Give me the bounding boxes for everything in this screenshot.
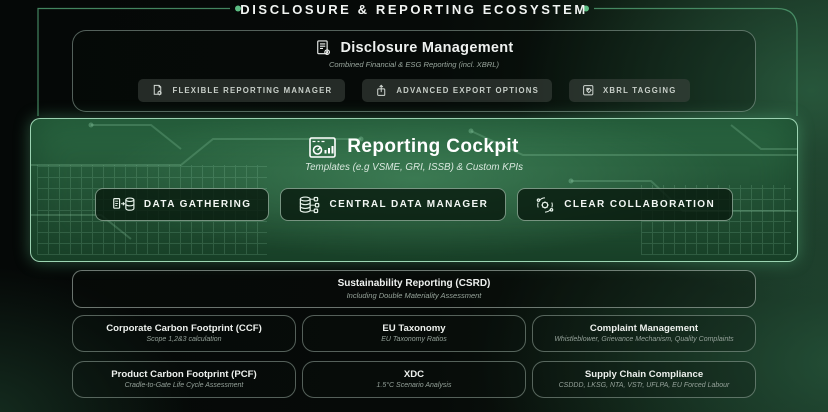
module-subtitle: EU Taxonomy Ratios: [381, 336, 447, 343]
module-title: XDC: [403, 369, 425, 380]
disclosure-management-subtitle: Combined Financial & ESG Reporting (incl…: [328, 60, 500, 69]
flexible-reporting-manager-label: FLEXIBLE REPORTING MANAGER: [172, 86, 333, 95]
module-subtitle: Whistleblower, Grievance Mechanism, Qual…: [554, 336, 734, 343]
module-card-ccf: Corporate Carbon Footprint (CCF) Scope 1…: [72, 315, 296, 352]
reporting-cockpit-section: Reporting Cockpit Templates (e.g VSME, G…: [30, 118, 798, 262]
module-card-xdc: XDC 1.5°C Scenario Analysis: [302, 361, 526, 398]
advanced-export-options-label: ADVANCED EXPORT OPTIONS: [396, 86, 540, 95]
reporting-cockpit-subtitle: Templates (e.g VSME, GRI, ISSB) & Custom…: [305, 162, 523, 173]
module-card-eu-taxonomy: EU Taxonomy EU Taxonomy Ratios: [302, 315, 526, 352]
module-title: EU Taxonomy: [382, 323, 446, 334]
flexible-reporting-manager-button[interactable]: FLEXIBLE REPORTING MANAGER: [138, 79, 346, 102]
module-subtitle: Scope 1,2&3 calculation: [146, 336, 222, 343]
module-grid: Corporate Carbon Footprint (CCF) Scope 1…: [72, 315, 756, 398]
collaboration-icon: [535, 195, 555, 215]
report-settings-icon: [151, 84, 164, 97]
central-data-manager-label: CENTRAL DATA MANAGER: [329, 199, 489, 210]
module-subtitle: 1.5°C Scenario Analysis: [376, 382, 452, 389]
central-data-manager-button[interactable]: CENTRAL DATA MANAGER: [280, 188, 507, 221]
central-database-icon: [298, 195, 320, 214]
module-card-pcf: Product Carbon Footprint (PCF) Cradle-to…: [72, 361, 296, 398]
reporting-cockpit-title: Reporting Cockpit: [347, 136, 519, 157]
module-title: Product Carbon Footprint (PCF): [111, 369, 257, 380]
disclosure-management-icon: [314, 39, 332, 57]
module-title: Supply Chain Compliance: [584, 369, 704, 380]
csrd-title: Sustainability Reporting (CSRD): [337, 278, 491, 289]
module-card-complaint-management: Complaint Management Whistleblower, Grie…: [532, 315, 756, 352]
module-title: Complaint Management: [589, 323, 699, 334]
clear-collaboration-button[interactable]: CLEAR COLLABORATION: [517, 188, 734, 221]
page-title: DISCLOSURE & REPORTING ECOSYSTEM: [240, 2, 588, 17]
csrd-section: Sustainability Reporting (CSRD) Includin…: [72, 270, 756, 308]
disclosure-management-section: Disclosure Management Combined Financial…: [72, 30, 756, 112]
csrd-subtitle: Including Double Materiality Assessment: [346, 291, 482, 300]
module-title: Corporate Carbon Footprint (CCF): [106, 323, 262, 334]
data-gathering-label: DATA GATHERING: [143, 199, 252, 210]
module-subtitle: Cradle-to-Gate Life Cycle Assessment: [124, 382, 244, 389]
data-gathering-icon: [113, 196, 135, 213]
module-card-supply-chain-compliance: Supply Chain Compliance CSDDD, LKSG, NTA…: [532, 361, 756, 398]
xbrl-tagging-button[interactable]: XBRL TAGGING: [569, 79, 690, 102]
export-icon: [375, 84, 388, 97]
ecosystem-diagram: DISCLOSURE & REPORTING ECOSYSTEM Disclos…: [0, 0, 828, 412]
advanced-export-options-button[interactable]: ADVANCED EXPORT OPTIONS: [362, 79, 553, 102]
data-gathering-button[interactable]: DATA GATHERING: [94, 188, 270, 221]
xbrl-tag-icon: [582, 84, 595, 97]
module-subtitle: CSDDD, LKSG, NTA, VSTr, UFLPA, EU Forced…: [558, 382, 730, 389]
xbrl-tagging-label: XBRL TAGGING: [603, 86, 677, 95]
reporting-cockpit-icon: [309, 136, 337, 158]
disclosure-management-title: Disclosure Management: [340, 40, 514, 56]
clear-collaboration-label: CLEAR COLLABORATION: [564, 199, 716, 210]
